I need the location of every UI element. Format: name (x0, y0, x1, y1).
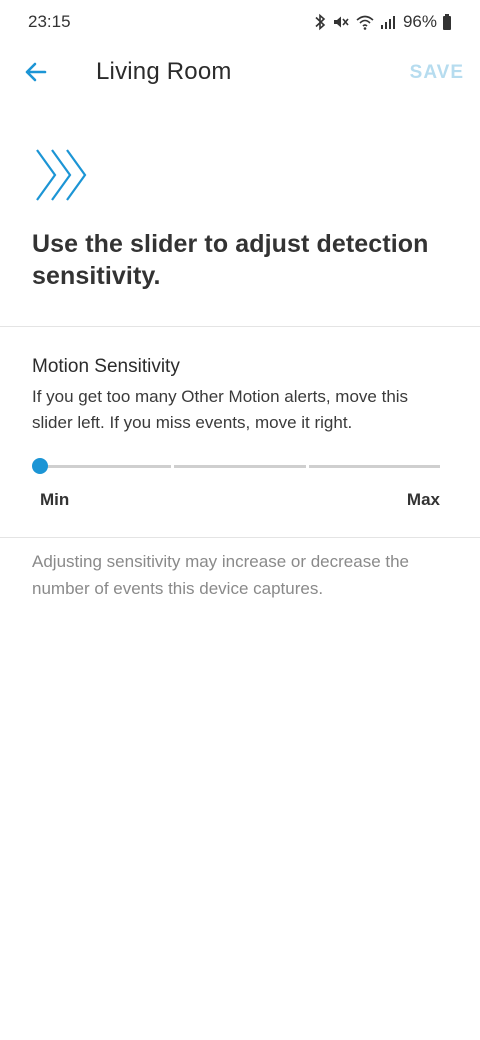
headline: Use the slider to adjust detection sensi… (32, 230, 429, 290)
arrow-left-icon (23, 59, 49, 90)
signal-icon (380, 13, 396, 31)
back-button[interactable] (20, 58, 52, 90)
save-button[interactable]: SAVE (410, 62, 464, 84)
status-icons: 96% (313, 10, 452, 34)
footnote: Adjusting sensitivity may increase or de… (32, 552, 410, 598)
battery-icon (442, 13, 452, 31)
wifi-icon (355, 13, 375, 31)
screen: 23:15 96% Living Room SAVE Use the slide… (0, 0, 480, 1040)
mute-icon (332, 13, 350, 31)
slider-track-segment (40, 465, 171, 468)
status-time: 23:15 (28, 12, 71, 31)
slider-thumb[interactable] (32, 458, 48, 474)
slider-min-label: Min (40, 490, 70, 509)
triple-chevron-right-icon (34, 146, 94, 209)
bluetooth-icon (313, 13, 327, 31)
sensitivity-slider[interactable] (30, 454, 442, 478)
slider-track-segment (174, 465, 306, 468)
slider-max-label: Max (406, 490, 440, 509)
motion-sensitivity-description: If you get too many Other Motion alerts,… (32, 387, 409, 432)
divider (0, 537, 480, 538)
motion-sensitivity-title: Motion Sensitivity (32, 356, 180, 377)
slider-track-segment (309, 465, 440, 468)
divider (0, 326, 480, 327)
page-title: Living Room (96, 58, 232, 85)
battery-percent: 96% (402, 12, 437, 31)
status-bar: 23:15 96% (0, 0, 480, 44)
app-bar: Living Room SAVE (0, 48, 480, 100)
